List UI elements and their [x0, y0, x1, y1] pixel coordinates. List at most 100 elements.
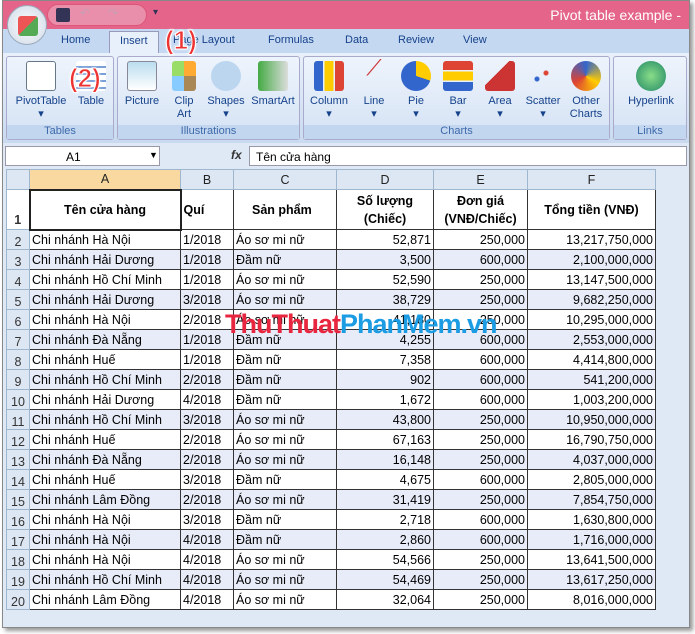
cell[interactable]: 600,000: [433, 389, 528, 410]
header-cell[interactable]: Sản phẩm: [233, 189, 337, 230]
cell[interactable]: Áo sơ mi nữ: [233, 229, 337, 250]
cell[interactable]: 600,000: [433, 249, 528, 270]
tab-formulas[interactable]: Formulas: [268, 34, 314, 46]
cell[interactable]: 13,617,250,000: [527, 569, 656, 590]
name-box-dropdown-icon[interactable]: ▼: [149, 150, 158, 160]
cell[interactable]: 4/2018: [180, 549, 234, 570]
cell[interactable]: 4/2018: [180, 589, 234, 610]
cell[interactable]: 250,000: [433, 489, 528, 510]
cell[interactable]: 10,295,000,000: [527, 309, 656, 330]
cell[interactable]: 1/2018: [180, 269, 234, 290]
cell[interactable]: 2,860: [336, 529, 434, 550]
row-header[interactable]: 2: [6, 229, 30, 250]
fx-icon[interactable]: fx: [231, 148, 242, 162]
bar-chart-button[interactable]: Bar ▾: [438, 61, 478, 121]
row-header[interactable]: 7: [6, 329, 30, 350]
pivottable-button[interactable]: PivotTable ▾: [11, 61, 71, 121]
cell[interactable]: 43,800: [336, 409, 434, 430]
cell[interactable]: 54,469: [336, 569, 434, 590]
cell[interactable]: 2,718: [336, 509, 434, 530]
shapes-button[interactable]: Shapes ▾: [204, 61, 248, 121]
column-header-a[interactable]: A: [29, 169, 181, 190]
cell[interactable]: Đầm nữ: [233, 509, 337, 530]
cell[interactable]: 1/2018: [180, 349, 234, 370]
row-header[interactable]: 8: [6, 349, 30, 370]
cell[interactable]: 13,641,500,000: [527, 549, 656, 570]
cell[interactable]: 1/2018: [180, 249, 234, 270]
cell[interactable]: 4/2018: [180, 569, 234, 590]
cell[interactable]: Đầm nữ: [233, 369, 337, 390]
cell[interactable]: 16,148: [336, 449, 434, 470]
tab-review[interactable]: Review: [398, 34, 434, 46]
cell[interactable]: 541,200,000: [527, 369, 656, 390]
header-cell[interactable]: Tổng tiền (VNĐ): [527, 189, 656, 230]
cell[interactable]: 600,000: [433, 349, 528, 370]
picture-button[interactable]: Picture: [120, 61, 164, 108]
cell[interactable]: 600,000: [433, 509, 528, 530]
cell[interactable]: 1/2018: [180, 229, 234, 250]
customize-qat-icon[interactable]: ▾: [153, 7, 158, 18]
row-header[interactable]: 9: [6, 369, 30, 390]
cell[interactable]: 4,675: [336, 469, 434, 490]
cell[interactable]: 7,854,750,000: [527, 489, 656, 510]
cell[interactable]: Áo sơ mi nữ: [233, 289, 337, 310]
pie-chart-button[interactable]: Pie ▾: [396, 61, 436, 121]
row-header[interactable]: 3: [6, 249, 30, 270]
row-header[interactable]: 18: [6, 549, 30, 570]
cell[interactable]: 1,672: [336, 389, 434, 410]
cell[interactable]: 2,553,000,000: [527, 329, 656, 350]
cell[interactable]: 250,000: [433, 569, 528, 590]
cell[interactable]: 2/2018: [180, 449, 234, 470]
cell[interactable]: 38,729: [336, 289, 434, 310]
cell[interactable]: Áo sơ mi nữ: [233, 549, 337, 570]
cell[interactable]: 54,566: [336, 549, 434, 570]
cell[interactable]: Chi nhánh Đà Nẵng: [29, 449, 181, 470]
cell[interactable]: Chi nhánh Huế: [29, 349, 181, 370]
cell[interactable]: 8,016,000,000: [527, 589, 656, 610]
cell[interactable]: 16,790,750,000: [527, 429, 656, 450]
header-cell[interactable]: Số lượng (Chiếc): [336, 189, 434, 230]
cell[interactable]: 9,682,250,000: [527, 289, 656, 310]
cell[interactable]: 4,037,000,000: [527, 449, 656, 470]
cell[interactable]: 3/2018: [180, 289, 234, 310]
cell[interactable]: Áo sơ mi nữ: [233, 409, 337, 430]
cell[interactable]: 67,163: [336, 429, 434, 450]
cell[interactable]: Áo sơ mi nữ: [233, 429, 337, 450]
tab-data[interactable]: Data: [345, 34, 368, 46]
line-chart-button[interactable]: ⟋ Line ▾: [354, 57, 394, 121]
tab-view[interactable]: View: [463, 34, 487, 46]
cell[interactable]: Chi nhánh Hồ Chí Minh: [29, 269, 181, 290]
office-button[interactable]: [7, 5, 47, 45]
tab-home[interactable]: Home: [61, 34, 90, 46]
column-header-f[interactable]: F: [527, 169, 656, 190]
name-box[interactable]: A1: [5, 146, 160, 166]
cell[interactable]: 2/2018: [180, 429, 234, 450]
row-header[interactable]: 5: [6, 289, 30, 310]
cell[interactable]: 250,000: [433, 429, 528, 450]
cell[interactable]: 52,871: [336, 229, 434, 250]
cell[interactable]: 250,000: [433, 289, 528, 310]
cell[interactable]: 52,590: [336, 269, 434, 290]
row-header[interactable]: 20: [6, 589, 30, 610]
cell[interactable]: 13,217,750,000: [527, 229, 656, 250]
cell[interactable]: Chi nhánh Đà Nẵng: [29, 329, 181, 350]
cell[interactable]: 250,000: [433, 229, 528, 250]
cell[interactable]: 902: [336, 369, 434, 390]
clip-art-button[interactable]: Clip Art: [166, 61, 202, 121]
cell[interactable]: Chi nhánh Hà Nội: [29, 529, 181, 550]
cell[interactable]: Áo sơ mi nữ: [233, 589, 337, 610]
cell[interactable]: 31,419: [336, 489, 434, 510]
cell[interactable]: 4,414,800,000: [527, 349, 656, 370]
cell[interactable]: Chi nhánh Huế: [29, 429, 181, 450]
save-icon[interactable]: [56, 8, 70, 22]
header-cell[interactable]: Tên cửa hàng: [28, 188, 182, 231]
cell[interactable]: Áo sơ mi nữ: [233, 489, 337, 510]
cell[interactable]: Chi nhánh Hà Nội: [29, 309, 181, 330]
cell[interactable]: Chi nhánh Hà Nội: [29, 549, 181, 570]
cell[interactable]: 32,064: [336, 589, 434, 610]
cell[interactable]: 4/2018: [180, 529, 234, 550]
row-header[interactable]: 14: [6, 469, 30, 490]
column-header-d[interactable]: D: [336, 169, 434, 190]
row-header[interactable]: 16: [6, 509, 30, 530]
row-header[interactable]: 6: [6, 309, 30, 330]
